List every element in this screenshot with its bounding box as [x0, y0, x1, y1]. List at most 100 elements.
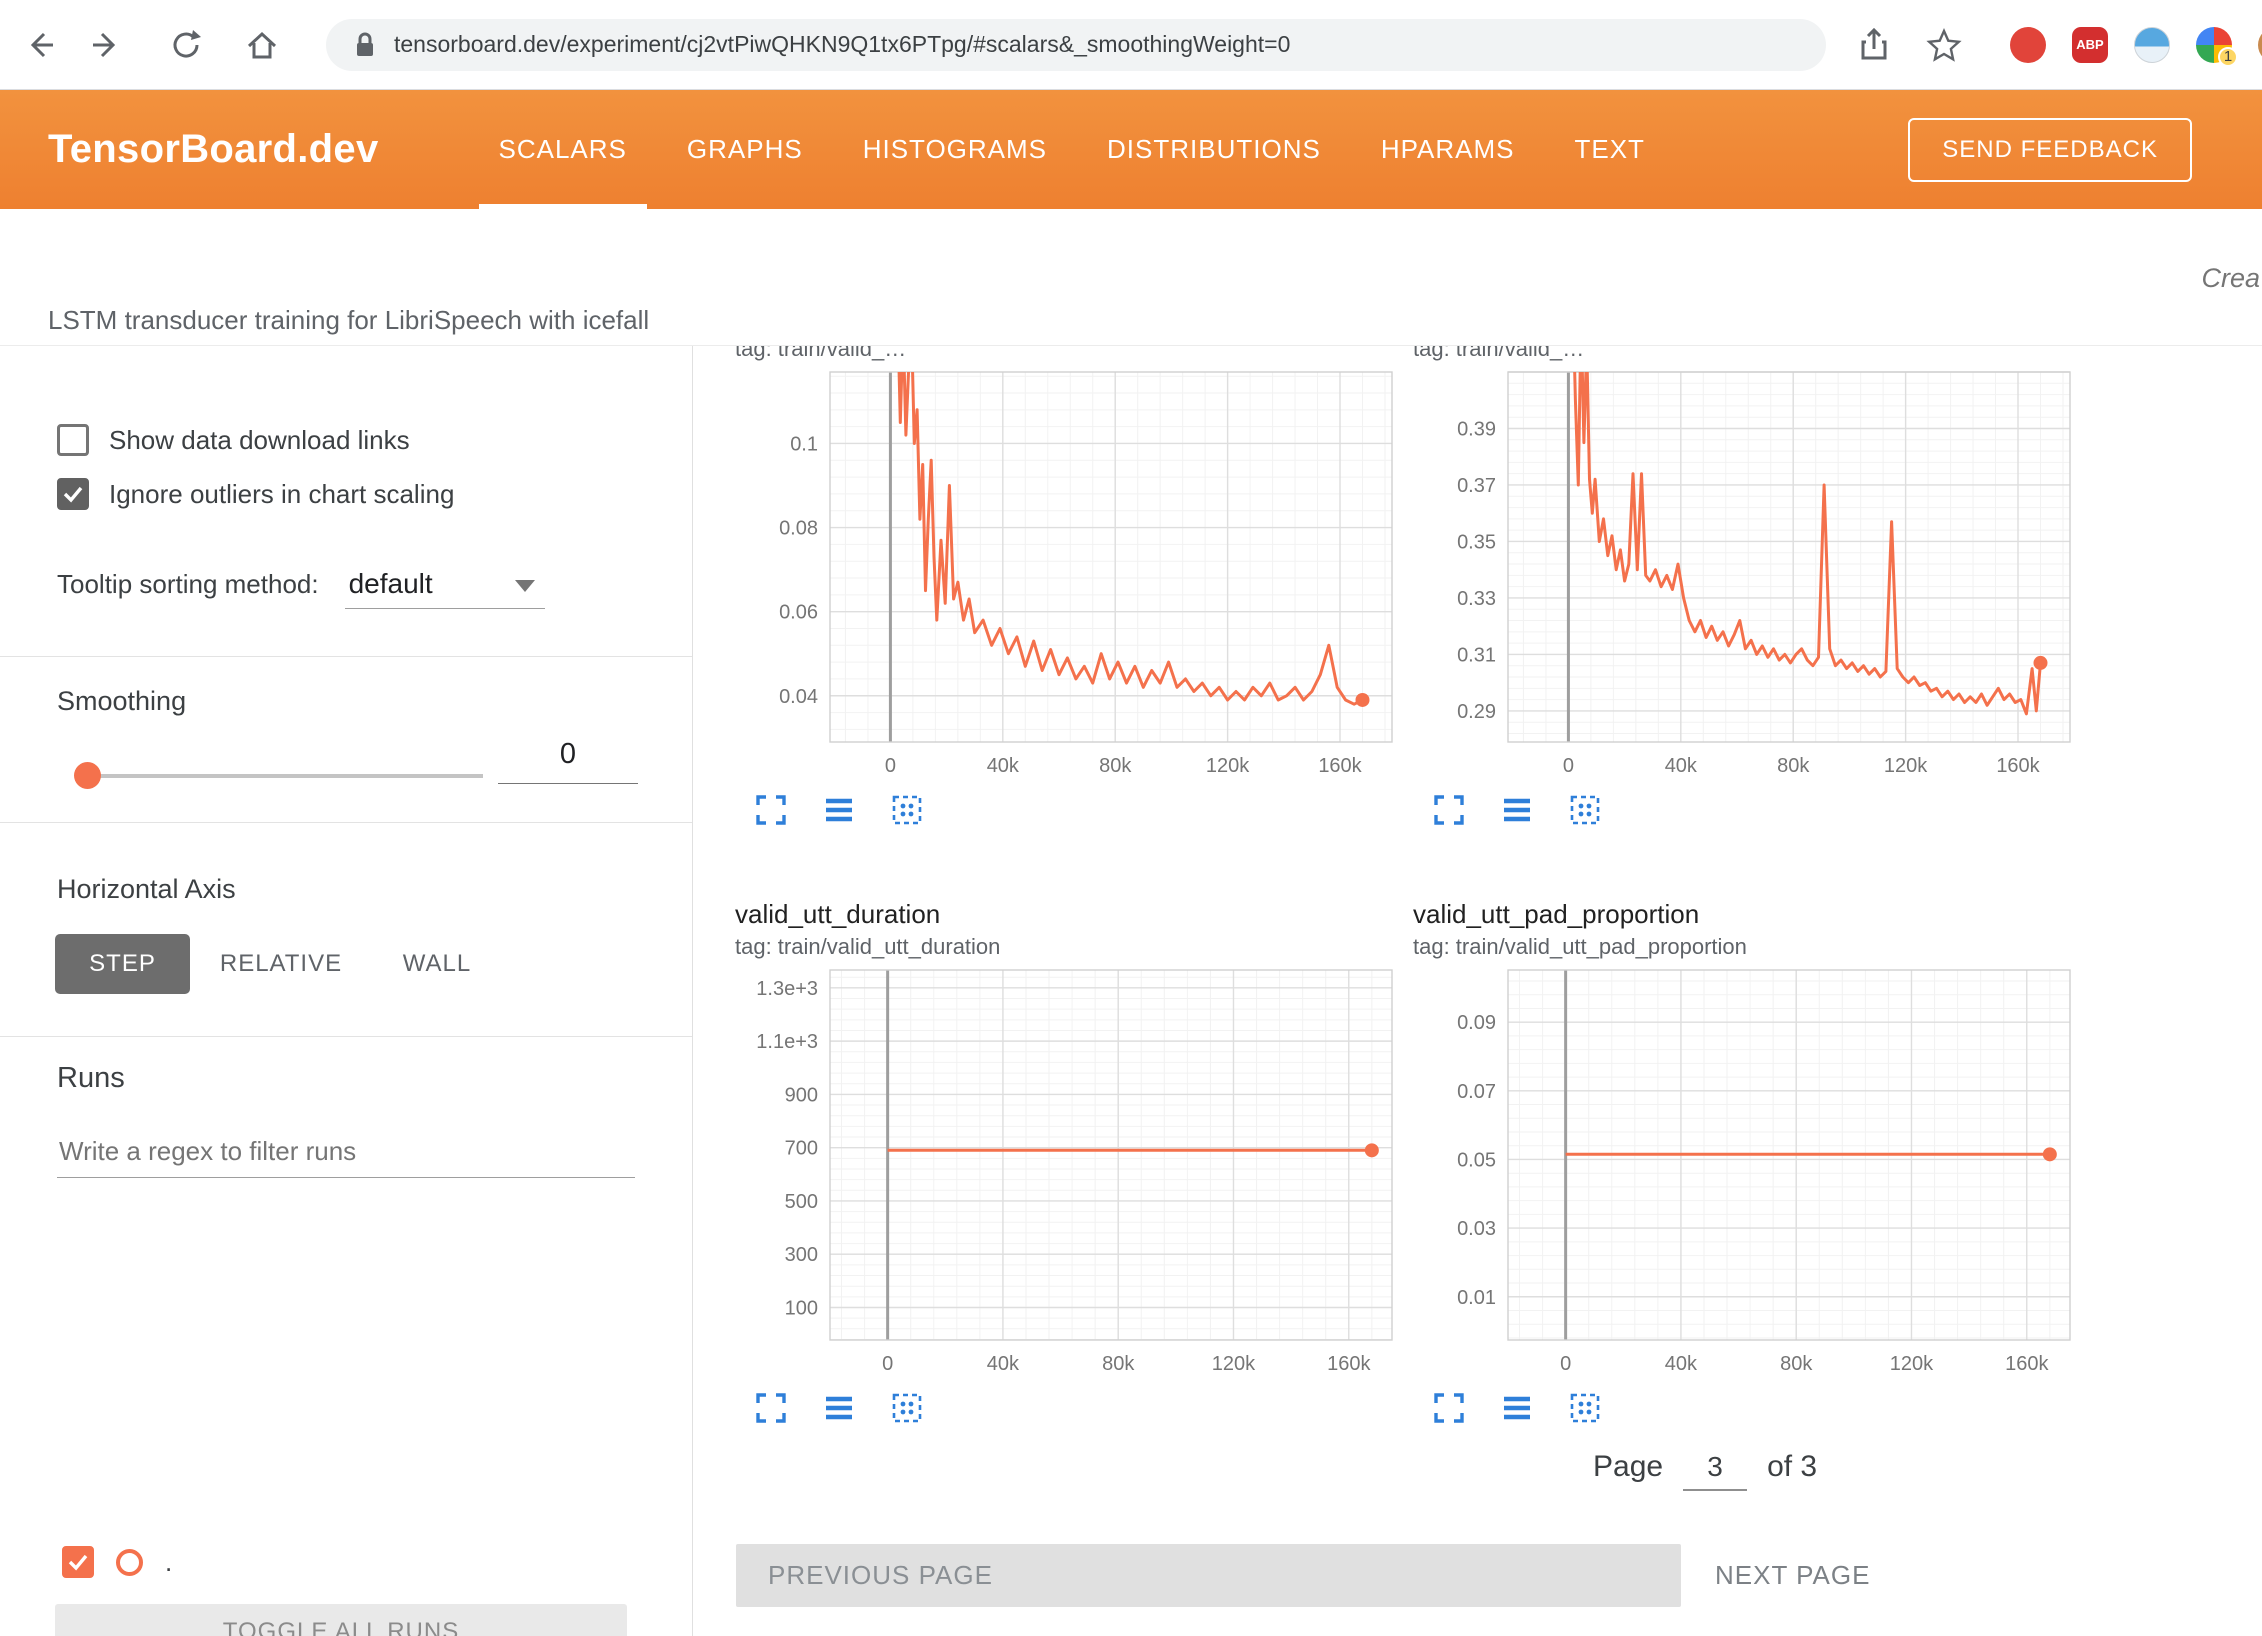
axis-button-label: RELATIVE — [220, 950, 342, 978]
page-label: Page — [1593, 1450, 1663, 1484]
run-list-icon[interactable] — [821, 1390, 857, 1426]
chart-toolbar — [1431, 792, 2093, 828]
axis-step-button[interactable]: STEP — [55, 934, 190, 994]
expand-chart-icon[interactable] — [753, 1390, 789, 1426]
run-list-icon[interactable] — [1499, 1390, 1535, 1426]
scalar-chart-svg[interactable]: 0.040.060.080.1040k80k120k160k — [735, 368, 1395, 780]
fit-to-data-icon[interactable] — [1567, 1390, 1603, 1426]
adblock-extension-icon[interactable] — [2010, 27, 2046, 63]
blue-extension-icon[interactable] — [2134, 27, 2170, 63]
tab-label: TEXT — [1574, 134, 1644, 165]
scalar-chart-svg[interactable]: 1003005007009001.1e+31.3e+3040k80k120k16… — [735, 966, 1395, 1378]
tab-histograms[interactable]: HISTOGRAMS — [833, 90, 1077, 209]
axis-relative-button[interactable]: RELATIVE — [206, 934, 356, 994]
home-icon[interactable] — [242, 25, 282, 65]
chart-toolbar — [753, 792, 1415, 828]
page-number-input[interactable] — [1683, 1451, 1747, 1491]
bookmark-star-icon[interactable] — [1924, 25, 1964, 65]
charts-panel: tag: train/valid_… 0.040.060.080.1040k80… — [693, 346, 2262, 1636]
fit-to-data-icon[interactable] — [1567, 792, 1603, 828]
check-icon — [66, 1550, 90, 1574]
svg-text:120k: 120k — [1890, 1353, 1934, 1375]
svg-text:80k: 80k — [1780, 1353, 1813, 1375]
cookie-extension-icon[interactable] — [2258, 27, 2262, 63]
fit-to-data-icon[interactable] — [889, 1390, 925, 1426]
runs-filter-input[interactable] — [57, 1126, 635, 1178]
tab-distributions[interactable]: DISTRIBUTIONS — [1077, 90, 1351, 209]
url-bar[interactable]: tensorboard.dev/experiment/cj2vtPiwQHKN9… — [326, 19, 1826, 71]
smoothing-value-input[interactable]: 0 — [498, 738, 638, 784]
expand-chart-icon[interactable] — [753, 792, 789, 828]
expand-chart-icon[interactable] — [1431, 1390, 1467, 1426]
run-list-icon[interactable] — [1499, 792, 1535, 828]
tab-text[interactable]: TEXT — [1544, 90, 1674, 209]
svg-text:0.07: 0.07 — [1457, 1081, 1496, 1103]
run-color-swatch[interactable] — [116, 1549, 143, 1576]
svg-text:700: 700 — [785, 1138, 818, 1160]
scalar-chart-svg[interactable]: 0.010.030.050.070.09040k80k120k160k — [1413, 966, 2073, 1378]
svg-text:0.39: 0.39 — [1457, 418, 1496, 440]
chevron-down-icon — [515, 580, 535, 592]
svg-text:160k: 160k — [1327, 1353, 1371, 1375]
reload-icon[interactable] — [166, 25, 206, 65]
svg-text:120k: 120k — [1212, 1353, 1256, 1375]
settings-sidebar: Show data download links Ignore outliers… — [0, 346, 693, 1636]
svg-text:0.37: 0.37 — [1457, 475, 1496, 497]
tab-label: GRAPHS — [687, 134, 803, 165]
runs-label: Runs — [57, 1062, 125, 1095]
chart-card: tag: train/valid_… 0.040.060.080.1040k80… — [735, 346, 1415, 828]
chart-card: tag: train/valid_… 0.290.310.330.350.370… — [1413, 346, 2093, 828]
tab-hparams[interactable]: HPARAMS — [1351, 90, 1545, 209]
svg-text:80k: 80k — [1102, 1353, 1135, 1375]
toggle-all-runs-button[interactable]: TOGGLE ALL RUNS — [55, 1604, 627, 1636]
run-list-icon[interactable] — [821, 792, 857, 828]
svg-text:160k: 160k — [1996, 755, 2040, 777]
tab-graphs[interactable]: GRAPHS — [657, 90, 833, 209]
svg-text:0.1: 0.1 — [790, 433, 818, 455]
previous-page-button[interactable]: PREVIOUS PAGE — [736, 1544, 1681, 1607]
chart-tag: tag: train/valid_utt_pad_proportion — [1413, 932, 2093, 962]
svg-text:500: 500 — [785, 1191, 818, 1213]
abp-label: ABP — [2076, 37, 2103, 52]
chart-title: valid_utt_duration — [735, 896, 1415, 932]
brand-title: TensorBoard.dev — [48, 127, 379, 172]
svg-text:120k: 120k — [1206, 755, 1250, 777]
svg-text:0.33: 0.33 — [1457, 588, 1496, 610]
show-download-links-checkbox[interactable] — [57, 424, 89, 456]
horizontal-axis-label: Horizontal Axis — [57, 874, 236, 905]
forward-icon[interactable] — [86, 25, 126, 65]
abp-extension-icon[interactable]: ABP — [2072, 27, 2108, 63]
svg-text:0.31: 0.31 — [1457, 644, 1496, 666]
colorful-extension-icon[interactable]: 1 — [2196, 27, 2232, 63]
expand-chart-icon[interactable] — [1431, 792, 1467, 828]
nav-tabs: SCALARS GRAPHS HISTOGRAMS DISTRIBUTIONS … — [469, 90, 1675, 209]
smoothing-label: Smoothing — [57, 686, 186, 717]
url-text[interactable]: tensorboard.dev/experiment/cj2vtPiwQHKN9… — [394, 31, 1290, 58]
send-feedback-button[interactable]: SEND FEEDBACK — [1908, 118, 2192, 182]
scalar-chart-svg[interactable]: 0.290.310.330.350.370.39040k80k120k160k — [1413, 368, 2073, 780]
tooltip-sorting-select[interactable]: default — [345, 568, 545, 609]
svg-text:0.05: 0.05 — [1457, 1149, 1496, 1171]
share-icon[interactable] — [1854, 25, 1894, 65]
smoothing-slider-thumb[interactable] — [74, 762, 101, 789]
chart-toolbar — [753, 1390, 1415, 1426]
smoothing-slider-track[interactable] — [87, 774, 483, 778]
svg-text:0.03: 0.03 — [1457, 1218, 1496, 1240]
svg-text:80k: 80k — [1099, 755, 1132, 777]
divider — [0, 822, 692, 823]
next-page-button[interactable]: NEXT PAGE — [1715, 1544, 1870, 1607]
tooltip-sorting-label: Tooltip sorting method: — [57, 569, 319, 600]
axis-wall-button[interactable]: WALL — [372, 934, 502, 994]
svg-text:40k: 40k — [987, 755, 1020, 777]
svg-text:0.08: 0.08 — [779, 518, 818, 540]
tab-scalars[interactable]: SCALARS — [469, 90, 657, 209]
run-name: . — [165, 1547, 172, 1578]
fit-to-data-icon[interactable] — [889, 792, 925, 828]
tab-label: HISTOGRAMS — [863, 134, 1047, 165]
back-icon[interactable] — [20, 25, 60, 65]
ignore-outliers-checkbox[interactable] — [57, 478, 89, 510]
show-download-links-row: Show data download links — [57, 424, 410, 456]
svg-text:0: 0 — [885, 755, 896, 777]
svg-text:0.09: 0.09 — [1457, 1012, 1496, 1034]
run-checkbox[interactable] — [62, 1546, 94, 1578]
